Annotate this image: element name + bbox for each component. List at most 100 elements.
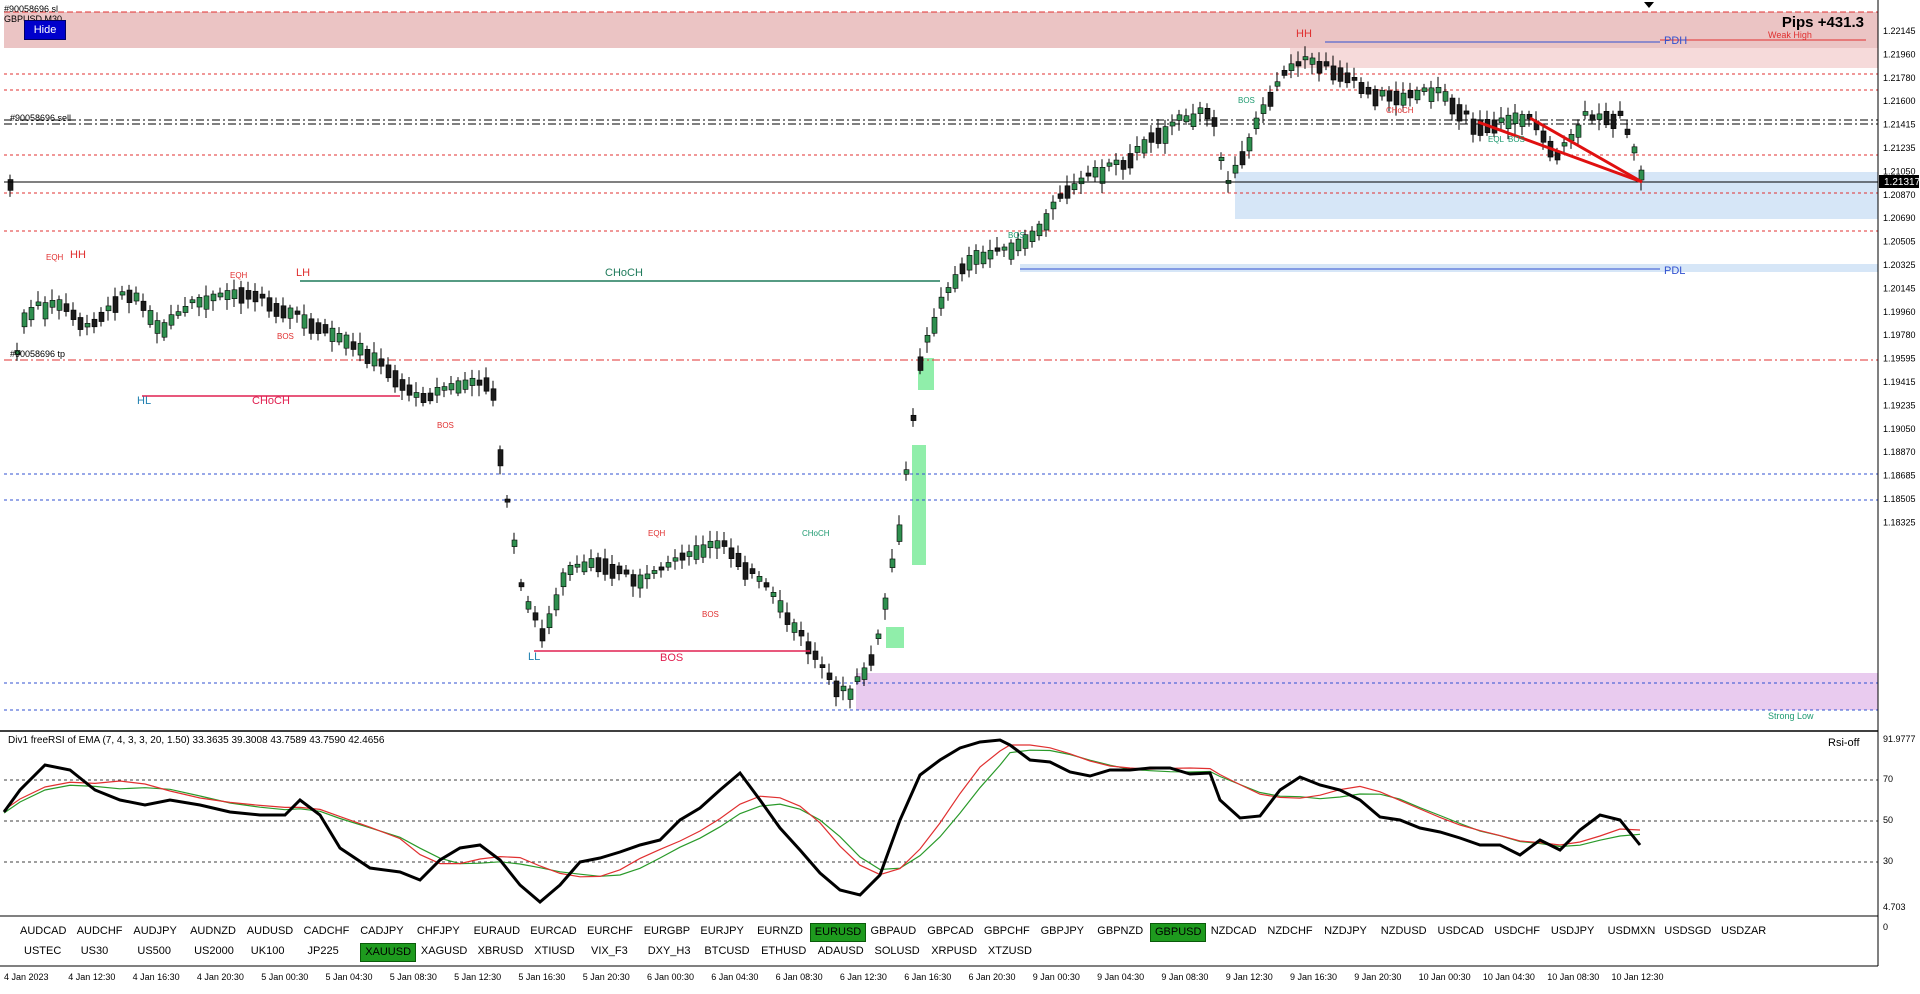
symbol-button-ustec[interactable]: USTEC <box>20 943 65 960</box>
symbol-button-usdsgd[interactable]: USDSGD <box>1660 923 1715 940</box>
symbol-button-usdcad[interactable]: USDCAD <box>1434 923 1488 940</box>
candle-body <box>868 654 875 666</box>
symbol-button-xtiusd[interactable]: XTIUSD <box>530 943 578 960</box>
symbol-button-us2000[interactable]: US2000 <box>190 943 238 960</box>
symbol-button-vix_f3[interactable]: VIX_F3 <box>587 943 632 960</box>
time-tick: 6 Jan 20:30 <box>969 972 1016 982</box>
candle-body <box>1421 87 1428 92</box>
candle-body <box>301 314 308 329</box>
symbol-button-audusd[interactable]: AUDUSD <box>243 923 297 940</box>
candle-body <box>1309 57 1316 65</box>
symbol-button-uk100[interactable]: UK100 <box>247 943 289 960</box>
symbol-button-gbpnzd[interactable]: GBPNZD <box>1093 923 1147 940</box>
candle-body <box>1638 169 1645 181</box>
symbol-button-eurusd[interactable]: EURUSD <box>809 923 867 942</box>
candle-body <box>1393 90 1400 106</box>
rsi-tick: 50 <box>1883 815 1893 825</box>
symbol-button-gbpaud[interactable]: GBPAUD <box>867 923 921 940</box>
candle-body <box>763 582 770 588</box>
choch-left-label: CHoCH <box>252 395 290 407</box>
candle-body <box>238 287 245 304</box>
symbol-button-usdzar[interactable]: USDZAR <box>1717 923 1770 940</box>
symbol-button-adausd[interactable]: ADAUSD <box>814 943 868 960</box>
symbol-button-usdchf[interactable]: USDCHF <box>1490 923 1544 940</box>
symbol-button-usdjpy[interactable]: USDJPY <box>1547 923 1598 940</box>
candle-body <box>756 576 763 582</box>
current-price-label: 1.21317 <box>1884 177 1920 188</box>
candle-body <box>917 356 924 371</box>
symbol-button-usdmxn[interactable]: USDMXN <box>1604 923 1660 940</box>
symbol-button-chfjpy[interactable]: CHFJPY <box>413 923 464 940</box>
time-axis: 4 Jan 2023 4 Jan 12:30 4 Jan 16:30 4 Jan 20… <box>4 972 1664 982</box>
symbol-button-us500[interactable]: US500 <box>133 943 175 960</box>
candle-body <box>21 312 28 328</box>
symbol-button-xauusd[interactable]: XAUUSD <box>360 943 417 962</box>
symbol-button-xtzusd[interactable]: XTZUSD <box>984 943 1036 960</box>
chart-root[interactable]: HH EQH LH EQH HL CHoCH CHoCH BOS BOS LL BOS EQH CHoC… <box>0 0 1920 989</box>
symbol-button-us30[interactable]: US30 <box>77 943 113 960</box>
symbol-button-eurnzd[interactable]: EURNZD <box>753 923 807 940</box>
symbol-button-audnzd[interactable]: AUDNZD <box>186 923 240 940</box>
symbol-button-btcusd[interactable]: BTCUSD <box>700 943 753 960</box>
candle-body <box>287 307 294 319</box>
symbol-button-eurjpy[interactable]: EURJPY <box>696 923 747 940</box>
symbol-button-eurgbp[interactable]: EURGBP <box>640 923 694 940</box>
symbol-button-audcad[interactable]: AUDCAD <box>16 923 70 940</box>
symbol-button-cadjpy[interactable]: CADJPY <box>356 923 407 940</box>
candle-body <box>462 379 469 390</box>
symbol-button-gbpchf[interactable]: GBPCHF <box>980 923 1034 940</box>
symbol-button-nzdcad[interactable]: NZDCAD <box>1207 923 1261 940</box>
symbol-button-xagusd[interactable]: XAGUSD <box>417 943 471 960</box>
candle-body <box>280 305 287 319</box>
symbol-button-audchf[interactable]: AUDCHF <box>73 923 127 940</box>
price-tick: 1.19960 <box>1883 307 1916 317</box>
symbol-button-jp225[interactable]: JP225 <box>304 943 343 960</box>
symbol-button-gbpusd[interactable]: GBPUSD <box>1150 923 1207 942</box>
symbol-button-ethusd[interactable]: ETHUSD <box>757 943 810 960</box>
candle-body <box>1358 82 1365 94</box>
symbol-button-nzdusd[interactable]: NZDUSD <box>1377 923 1431 940</box>
time-tick: 6 Jan 08:30 <box>776 972 823 982</box>
candle-body <box>511 539 518 547</box>
hide-button[interactable]: Hide <box>24 20 66 40</box>
candle-body <box>1449 97 1456 115</box>
candle-body <box>133 292 140 302</box>
symbol-button-euraud[interactable]: EURAUD <box>470 923 524 940</box>
symbol-button-eurcad[interactable]: EURCAD <box>526 923 580 940</box>
price-chart[interactable]: HH EQH LH EQH HL CHoCH CHoCH BOS BOS LL BOS EQH CHoC… <box>0 0 1920 989</box>
candle-body <box>1113 159 1120 165</box>
bos-r2-label: BOS <box>1508 135 1525 144</box>
candle-body <box>532 612 539 621</box>
tp-order-label: #90058696 tp <box>10 349 65 359</box>
rsi-toggle-button[interactable]: Rsi-off <box>1828 737 1860 749</box>
candle-body <box>1505 114 1512 129</box>
candle-body <box>1288 63 1295 71</box>
symbol-button-xbrusd[interactable]: XBRUSD <box>474 943 528 960</box>
candle-body <box>595 557 602 573</box>
candle-body <box>308 318 315 334</box>
bos-right-label: BOS <box>1238 96 1255 105</box>
symbol-button-gbpjpy[interactable]: GBPJPY <box>1037 923 1088 940</box>
symbol-button-nzdjpy[interactable]: NZDJPY <box>1320 923 1371 940</box>
candle-body <box>798 630 805 637</box>
pdl-label: PDL <box>1664 265 1685 277</box>
candle-body <box>1470 118 1477 135</box>
candle-body <box>1071 183 1078 191</box>
symbol-button-dxy_h3[interactable]: DXY_H3 <box>644 943 695 960</box>
symbol-button-eurchf[interactable]: EURCHF <box>583 923 637 940</box>
symbol-button-nzdchf[interactable]: NZDCHF <box>1263 923 1316 940</box>
symbol-button-cadchf[interactable]: CADCHF <box>300 923 354 940</box>
candle-body <box>63 303 70 312</box>
symbol-button-audjpy[interactable]: AUDJPY <box>129 923 180 940</box>
candle-body <box>175 311 182 316</box>
candle-body <box>336 333 343 343</box>
candle-body <box>994 247 1001 252</box>
symbol-button-gbpcad[interactable]: GBPCAD <box>923 923 977 940</box>
rsi-tick: 4.703 <box>1883 902 1906 912</box>
symbol-button-solusd[interactable]: SOLUSD <box>871 943 924 960</box>
eql-label: EQL <box>1488 135 1505 144</box>
scroll-marker-icon[interactable] <box>1644 2 1654 8</box>
candle-body <box>189 299 196 304</box>
symbol-button-xrpusd[interactable]: XRPUSD <box>927 943 981 960</box>
eqh-left-label: EQH <box>46 253 64 262</box>
